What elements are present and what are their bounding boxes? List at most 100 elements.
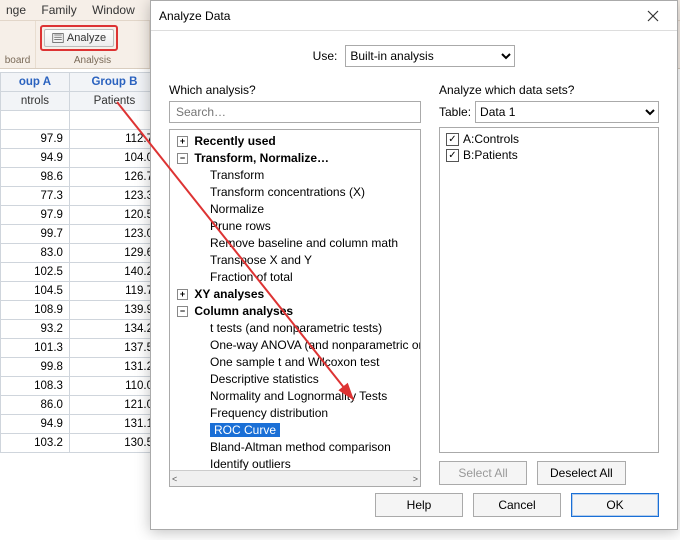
cell[interactable]: 126.7 [69, 168, 159, 187]
tree-item-label: Transform [210, 168, 264, 182]
tree-group[interactable]: + Recently used [177, 133, 420, 150]
tree-item-label: ROC Curve [210, 423, 280, 437]
cell[interactable]: 99.7 [1, 225, 70, 244]
cell[interactable]: 103.2 [1, 434, 70, 453]
ribbon-group-clipboard: board [0, 21, 36, 68]
cancel-button[interactable]: Cancel [473, 493, 561, 517]
cell[interactable]: 120.5 [69, 206, 159, 225]
close-button[interactable] [637, 5, 669, 27]
deselect-all-button[interactable]: Deselect All [537, 461, 626, 485]
dialog-title: Analyze Data [159, 9, 230, 23]
cell[interactable]: 97.9 [1, 206, 70, 225]
tree-item-label: Normality and Lognormality Tests [210, 389, 387, 403]
tree-item[interactable]: ROC Curve [195, 422, 420, 439]
menu-item[interactable]: Window [92, 3, 135, 17]
tree-item[interactable]: t tests (and nonparametric tests) [195, 320, 420, 337]
column-group-b[interactable]: Group B [69, 73, 159, 92]
close-icon [647, 10, 659, 22]
tree-item[interactable]: Frequency distribution [195, 405, 420, 422]
tree-item-label: Normalize [210, 202, 264, 216]
cell[interactable]: 123.3 [69, 187, 159, 206]
tree-group[interactable]: − Column analyses [177, 303, 420, 320]
cell[interactable]: 83.0 [1, 244, 70, 263]
cell[interactable]: 104.0 [69, 149, 159, 168]
cell[interactable]: 129.6 [69, 244, 159, 263]
tree-item[interactable]: Normalize [195, 201, 420, 218]
tree-item[interactable]: Remove baseline and column math [195, 235, 420, 252]
column-group-a[interactable]: oup A [1, 73, 70, 92]
cell[interactable] [1, 111, 70, 130]
cell[interactable]: 102.5 [1, 263, 70, 282]
cell[interactable]: 93.2 [1, 320, 70, 339]
table-select[interactable]: Data 1 [475, 101, 659, 123]
menu-item[interactable]: nge [6, 3, 26, 17]
cell[interactable]: 86.0 [1, 396, 70, 415]
menu-item[interactable]: Family [41, 3, 76, 17]
cell[interactable]: 108.3 [1, 377, 70, 396]
collapse-icon[interactable]: − [177, 306, 188, 317]
tree-item-label: Identify outliers [210, 457, 291, 471]
scroll-right-icon[interactable]: > [413, 474, 418, 484]
tree-group-label: XY analyses [191, 287, 264, 301]
analysis-tree[interactable]: + Recently used− Transform, Normalize…Tr… [169, 129, 421, 487]
tree-group[interactable]: + XY analyses [177, 286, 420, 303]
which-analysis-label: Which analysis? [169, 83, 421, 97]
scroll-left-icon[interactable]: < [172, 474, 177, 484]
cell[interactable]: 123.0 [69, 225, 159, 244]
search-input[interactable] [169, 101, 421, 123]
tree-item-label: Transform concentrations (X) [210, 185, 365, 199]
expand-icon[interactable]: + [177, 289, 188, 300]
ok-button[interactable]: OK [571, 493, 659, 517]
cell[interactable]: 131.1 [69, 415, 159, 434]
cell[interactable]: 131.2 [69, 358, 159, 377]
analyze-button[interactable]: Analyze [44, 29, 114, 47]
cell[interactable]: 94.9 [1, 415, 70, 434]
column-subheader[interactable]: ntrols [1, 92, 70, 111]
tree-item[interactable]: Transform concentrations (X) [195, 184, 420, 201]
tree-item[interactable]: One sample t and Wilcoxon test [195, 354, 420, 371]
checkbox-checked-icon[interactable]: ✓ [446, 133, 459, 146]
cell[interactable]: 112.7 [69, 130, 159, 149]
cell[interactable]: 121.0 [69, 396, 159, 415]
use-select[interactable]: Built-in analysis [345, 45, 515, 67]
cell[interactable]: 104.5 [1, 282, 70, 301]
help-button[interactable]: Help [375, 493, 463, 517]
tree-group-label: Recently used [191, 134, 276, 148]
tree-item[interactable]: Descriptive statistics [195, 371, 420, 388]
tree-item[interactable]: Normality and Lognormality Tests [195, 388, 420, 405]
horizontal-scrollbar[interactable]: < > [170, 470, 420, 486]
cell[interactable]: 97.9 [1, 130, 70, 149]
data-set-item[interactable]: ✓A:Controls [446, 132, 652, 146]
tree-item[interactable]: Transpose X and Y [195, 252, 420, 269]
tree-item-label: One-way ANOVA (and nonparametric or [210, 338, 420, 352]
cell[interactable] [69, 111, 159, 130]
use-label: Use: [313, 49, 338, 63]
cell[interactable]: 134.2 [69, 320, 159, 339]
cell[interactable]: 108.9 [1, 301, 70, 320]
cell[interactable]: 110.0 [69, 377, 159, 396]
cell[interactable]: 94.9 [1, 149, 70, 168]
column-subheader[interactable]: Patients [69, 92, 159, 111]
expand-icon[interactable]: + [177, 136, 188, 147]
cell[interactable]: 99.8 [1, 358, 70, 377]
checkbox-checked-icon[interactable]: ✓ [446, 149, 459, 162]
cell[interactable]: 101.3 [1, 339, 70, 358]
cell[interactable]: 77.3 [1, 187, 70, 206]
cell[interactable]: 139.9 [69, 301, 159, 320]
table-label: Table: [439, 105, 471, 119]
tree-item-label: Transpose X and Y [210, 253, 312, 267]
tree-item[interactable]: One-way ANOVA (and nonparametric or [195, 337, 420, 354]
tree-item[interactable]: Fraction of total [195, 269, 420, 286]
cell[interactable]: 130.5 [69, 434, 159, 453]
tree-item[interactable]: Transform [195, 167, 420, 184]
cell[interactable]: 98.6 [1, 168, 70, 187]
tree-item[interactable]: Bland-Altman method comparison [195, 439, 420, 456]
cell[interactable]: 137.5 [69, 339, 159, 358]
tree-group[interactable]: − Transform, Normalize… [177, 150, 420, 167]
cell[interactable]: 119.7 [69, 282, 159, 301]
cell[interactable]: 140.2 [69, 263, 159, 282]
select-all-button[interactable]: Select All [439, 461, 527, 485]
tree-item[interactable]: Prune rows [195, 218, 420, 235]
data-set-item[interactable]: ✓B:Patients [446, 148, 652, 162]
collapse-icon[interactable]: − [177, 153, 188, 164]
